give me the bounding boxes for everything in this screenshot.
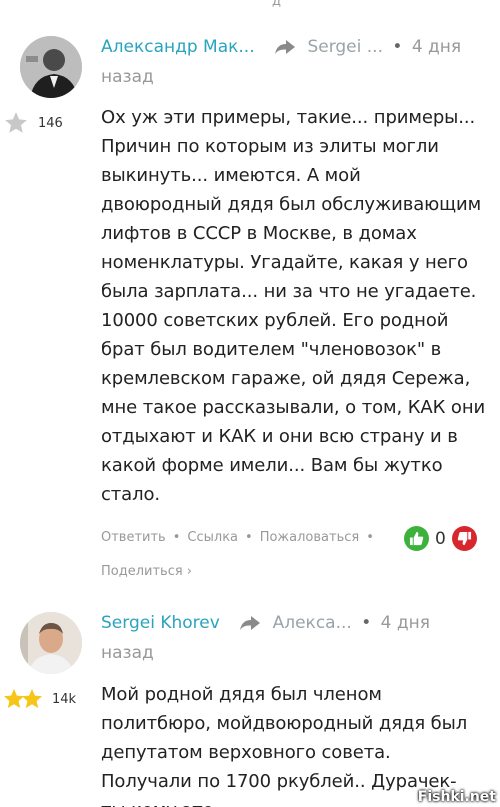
reply-arrow-icon xyxy=(240,616,261,630)
thumbs-down-icon xyxy=(457,531,471,546)
vote-count: 0 xyxy=(435,528,446,549)
separator-dot: • xyxy=(361,613,372,633)
user-rating: 14k xyxy=(2,686,76,712)
thumbs-up-icon xyxy=(409,531,424,546)
user-rating: 146 xyxy=(2,110,63,136)
reply-to-link[interactable]: Sergei ... xyxy=(307,37,383,57)
comment-header: Sergei Khorev Алекса... • 4 дня назад xyxy=(101,608,481,668)
comment-header: Александр Мак... Sergei ... • 4 дня наза… xyxy=(101,32,481,92)
link-button[interactable]: Ссылка xyxy=(187,530,238,545)
rating-score: 146 xyxy=(38,115,63,131)
truncated-text-top: д xyxy=(272,0,281,9)
share-button[interactable]: Поделиться › xyxy=(101,564,192,579)
thumbs-down-button[interactable] xyxy=(451,526,477,551)
separator-dot: • xyxy=(245,530,253,545)
watermark-logo: Fishki.net xyxy=(417,789,496,805)
star-icon xyxy=(4,689,42,708)
reply-button[interactable]: Ответить xyxy=(101,530,166,545)
reply-to-link[interactable]: Алекса... xyxy=(273,613,352,633)
separator-dot: • xyxy=(172,530,181,545)
complain-button[interactable]: Пожаловаться xyxy=(260,530,360,545)
reply-arrow-icon xyxy=(275,40,296,54)
avatar[interactable] xyxy=(20,36,82,98)
comment-text: Ох уж эти примеры, такие... примеры... П… xyxy=(101,107,486,505)
thumbs-up-button[interactable] xyxy=(404,526,429,551)
author-link[interactable]: Александр Мак... xyxy=(101,37,255,57)
author-link[interactable]: Sergei Khorev xyxy=(101,613,220,633)
separator-dot: • xyxy=(366,530,374,545)
vote-controls: 0 xyxy=(404,526,477,551)
avatar[interactable] xyxy=(20,612,82,674)
separator-dot: • xyxy=(392,37,403,57)
rating-score: 14k xyxy=(52,691,77,707)
star-icon xyxy=(5,112,27,133)
comment-text: Мой родной дядя был членом политбюро, мо… xyxy=(101,684,468,807)
